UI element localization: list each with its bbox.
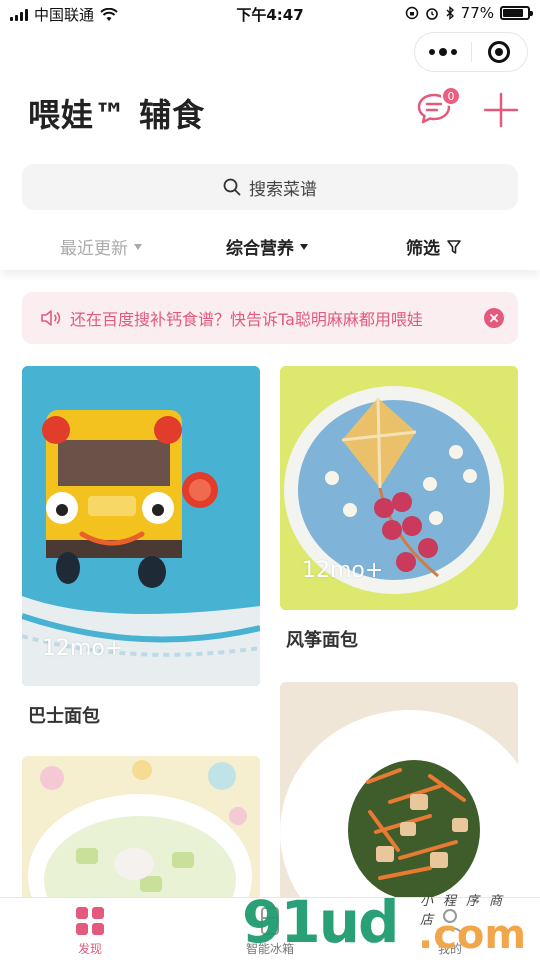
- close-miniprogram-button[interactable]: [472, 33, 528, 71]
- recipe-title[interactable]: 风筝面包: [286, 626, 358, 652]
- tab-bar: 发现 智能冰箱 我的: [0, 897, 540, 960]
- tab-smart-fridge[interactable]: 智能冰箱: [220, 906, 320, 957]
- message-count-badge: 0: [441, 86, 461, 106]
- tab-label: 我的: [437, 942, 462, 956]
- target-icon: [488, 41, 511, 63]
- age-badge: 12mo+: [302, 558, 384, 583]
- bluetooth-icon: [446, 6, 454, 20]
- page-title: 喂娃™ 辅食: [28, 96, 206, 134]
- sort-nutrition[interactable]: 综合营养: [226, 234, 308, 259]
- notice-banner[interactable]: 还在百度搜补钙食谱？快告诉Ta聪明麻麻都用喂娃: [22, 292, 518, 344]
- close-icon[interactable]: [484, 308, 504, 328]
- capsule-menu: [414, 32, 528, 72]
- tab-discover[interactable]: 发现: [40, 906, 140, 957]
- battery-percent: 77%: [460, 4, 494, 22]
- recipe-image: [22, 756, 260, 906]
- more-dots-icon: [428, 48, 457, 56]
- user-icon: [438, 909, 462, 935]
- tab-me[interactable]: 我的: [400, 906, 500, 957]
- recipe-card[interactable]: 12mo+: [22, 366, 260, 686]
- battery-icon: [500, 6, 533, 20]
- plus-icon[interactable]: [483, 92, 519, 128]
- search-input[interactable]: 搜索菜谱: [22, 164, 518, 210]
- search-placeholder: 搜索菜谱: [249, 179, 317, 200]
- sort-recent[interactable]: 最近更新: [60, 234, 142, 259]
- sort-recent-label: 最近更新: [60, 239, 128, 259]
- rotation-lock-icon: [405, 6, 418, 20]
- search-icon: [223, 178, 241, 196]
- tab-label: 发现: [77, 942, 102, 956]
- speaker-icon: [41, 310, 61, 326]
- recipe-card[interactable]: [22, 756, 260, 906]
- chevron-down-icon: [134, 243, 142, 250]
- chevron-down-icon: [300, 243, 308, 250]
- sort-nutrition-label: 综合营养: [226, 239, 294, 259]
- status-right: 77%: [405, 4, 533, 22]
- filter-label: 筛选: [406, 239, 440, 259]
- recipe-title[interactable]: 巴士面包: [28, 702, 100, 728]
- fridge-icon: [261, 907, 279, 935]
- recipe-card[interactable]: 12mo+: [280, 366, 518, 610]
- notice-text: 还在百度搜补钙食谱？快告诉Ta聪明麻麻都用喂娃: [70, 310, 423, 329]
- more-button[interactable]: [415, 33, 471, 71]
- filter-button[interactable]: 筛选: [406, 234, 462, 259]
- funnel-icon: [447, 239, 461, 254]
- sort-bar: 最近更新 综合营养 筛选: [0, 222, 540, 270]
- grid-icon: [76, 907, 104, 935]
- status-bar: 中国联通 下午4:47 77%: [0, 0, 540, 28]
- alarm-icon: [425, 8, 438, 20]
- age-badge: 12mo+: [42, 636, 124, 661]
- recipe-image: [280, 682, 518, 906]
- recipe-card[interactable]: [280, 682, 518, 906]
- tab-label: 智能冰箱: [245, 942, 294, 956]
